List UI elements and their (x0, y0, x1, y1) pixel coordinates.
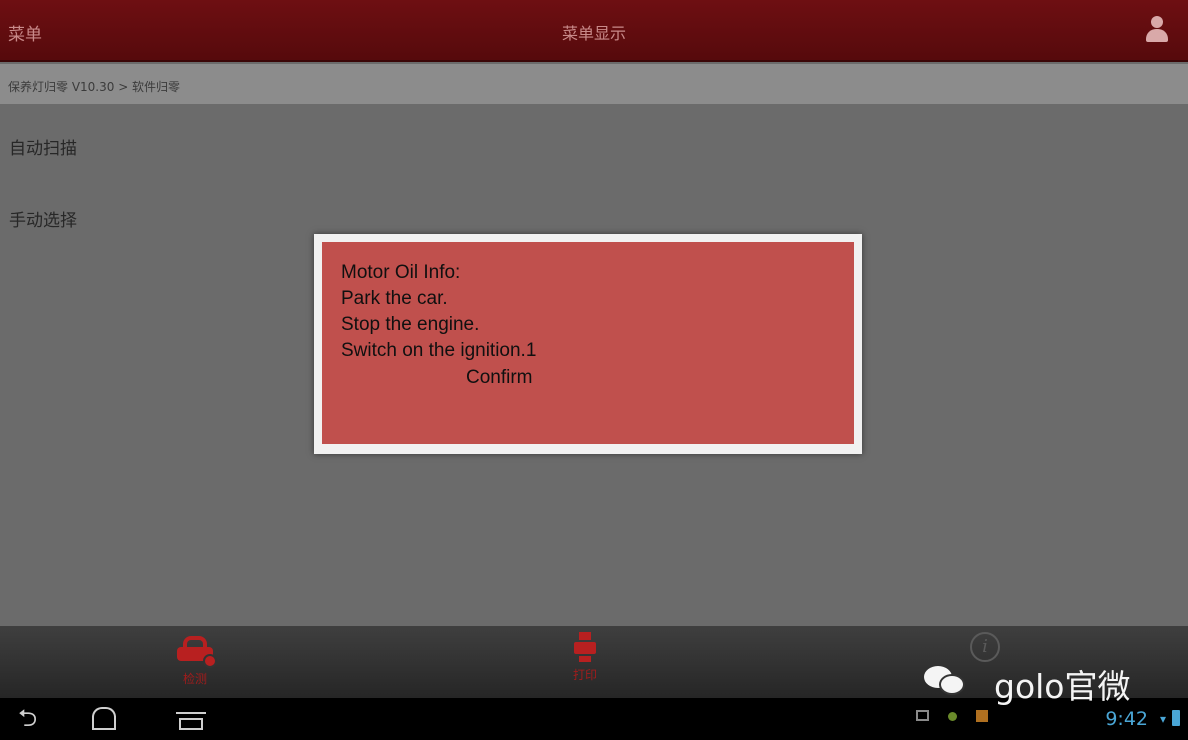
wechat-icon (924, 666, 970, 696)
page-title: 菜单显示 (561, 24, 626, 43)
debug-notification-icon (948, 712, 957, 721)
print-button[interactable]: 打印 (560, 632, 610, 683)
car-check-icon (175, 632, 217, 668)
dialog-body: Motor Oil Info: Park the car. Stop the e… (322, 242, 854, 444)
info-icon: i (970, 632, 1000, 662)
dialog-line: Motor Oil Info: (341, 262, 461, 283)
watermark-text: golo官微 (994, 667, 1131, 706)
dialog-line: Stop the engine. (341, 314, 480, 335)
dialog-line: Switch on the ignition.1 (341, 340, 537, 361)
menu-item-auto-scan[interactable]: 自动扫描 (9, 134, 77, 159)
print-label: 打印 (572, 668, 597, 682)
back-icon[interactable]: ⮌ (18, 706, 37, 730)
wifi-icon: ▾ (1159, 712, 1166, 726)
title-bar: 菜单 菜单显示 (0, 0, 1188, 62)
breadcrumb: 保养灯归零 V10.30 > 软件归零 (0, 64, 1188, 104)
message-dialog: Motor Oil Info: Park the car. Stop the e… (314, 234, 862, 454)
detect-button[interactable]: 检测 (165, 632, 225, 687)
dialog-line: Park the car. (341, 288, 448, 309)
app-notification-icon (976, 710, 988, 722)
home-icon[interactable] (88, 707, 120, 730)
user-icon[interactable] (1144, 16, 1170, 44)
status-clock: 9:42 (1105, 708, 1148, 730)
detect-label: 检测 (182, 672, 207, 686)
confirm-button[interactable]: Confirm (466, 365, 854, 391)
image-notification-icon (916, 710, 929, 721)
menu-item-manual-select[interactable]: 手动选择 (9, 206, 77, 231)
printer-icon (574, 632, 596, 664)
recent-apps-icon[interactable] (176, 712, 206, 730)
battery-icon (1172, 710, 1180, 726)
info-button[interactable]: i (965, 632, 1005, 662)
